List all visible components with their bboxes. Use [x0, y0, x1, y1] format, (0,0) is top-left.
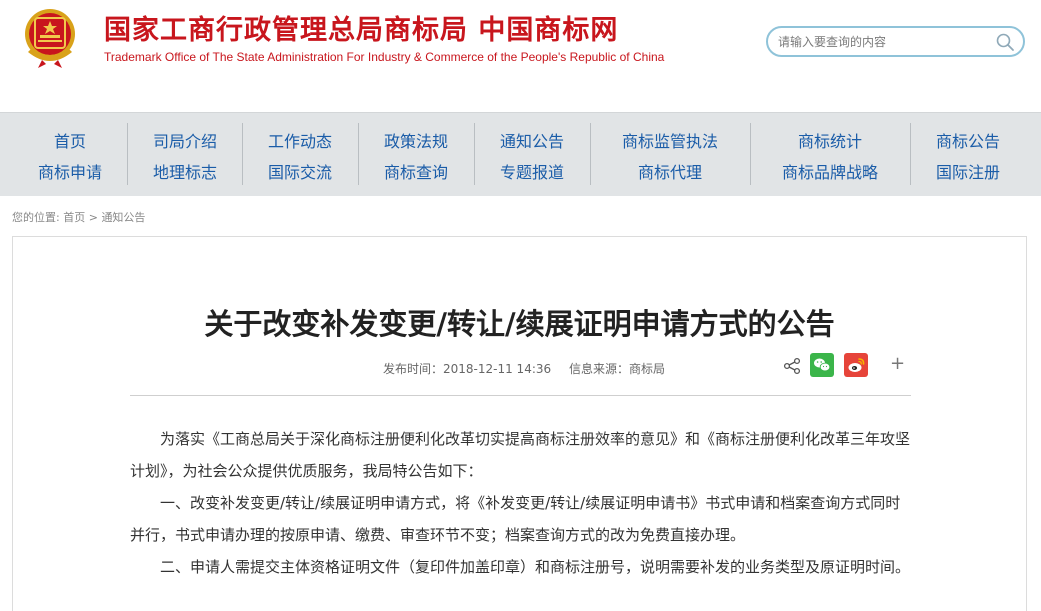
nav-column: 工作动态 国际交流 — [250, 113, 350, 197]
nav-column: 司局介绍 地理标志 — [135, 113, 235, 197]
nav-divider — [910, 123, 911, 185]
nav-item-geographical-indication[interactable]: 地理标志 — [135, 159, 235, 183]
nav-column: 商标监管执法 商标代理 — [598, 113, 742, 197]
search-icon[interactable] — [995, 32, 1015, 52]
info-source: 信息来源：商标局 — [568, 362, 665, 376]
article-container: 关于改变补发变更/转让/续展证明申请方式的公告 发布时间：2018-12-11 … — [12, 236, 1027, 611]
wechat-icon[interactable] — [810, 353, 834, 377]
nav-divider — [127, 123, 128, 185]
main-nav: 首页 商标申请 司局介绍 地理标志 工作动态 国际交流 政策法规 商标查询 通知… — [0, 112, 1041, 196]
site-title: 国家工商行政管理总局商标局 中国商标网 — [104, 15, 619, 46]
breadcrumb-home-link[interactable]: 首页 — [63, 211, 85, 224]
article-paragraph: 二、申请人需提交主体资格证明文件（复印件加盖印章）和商标注册号，说明需要补发的业… — [160, 558, 911, 576]
site-header: 国家工商行政管理总局商标局 中国商标网 Trademark Office of … — [0, 0, 1041, 112]
plus-icon[interactable]: + — [890, 353, 905, 375]
search-input[interactable] — [778, 32, 988, 52]
nav-item-trademark-announcement[interactable]: 商标公告 — [918, 128, 1018, 152]
nav-column: 首页 商标申请 — [20, 113, 120, 197]
breadcrumb-prefix: 您的位置: — [12, 211, 60, 224]
breadcrumb: 您的位置: 首页 > 通知公告 — [12, 209, 145, 225]
emblem-logo[interactable] — [18, 4, 82, 70]
nav-divider — [242, 123, 243, 185]
nav-item-international-registration[interactable]: 国际注册 — [918, 159, 1018, 183]
site-subtitle: Trademark Office of The State Administra… — [104, 50, 665, 64]
nav-column: 商标统计 商标品牌战略 — [758, 113, 902, 197]
nav-item-special-reports[interactable]: 专题报道 — [482, 159, 582, 183]
nav-divider — [358, 123, 359, 185]
article-title: 关于改变补发变更/转让/续展证明申请方式的公告 — [204, 307, 835, 341]
publish-time: 发布时间：2018-12-11 14:36 — [383, 362, 552, 376]
article-paragraph: 一、改变补发变更/转让/续展证明申请方式，将《补发变更/转让/续展证明申请书》书… — [130, 494, 901, 544]
breadcrumb-separator: > — [88, 211, 98, 224]
article-paragraph: 为落实《工商总局关于深化商标注册便利化改革切实提高商标注册效率的意见》和《商标注… — [130, 430, 911, 480]
article-body: 为落实《工商总局关于深化商标注册便利化改革切实提高商标注册效率的意见》和《商标注… — [130, 423, 915, 583]
nav-item-policies-regulations[interactable]: 政策法规 — [366, 128, 466, 152]
nav-item-trademark-search[interactable]: 商标查询 — [366, 159, 466, 183]
nav-item-work-news[interactable]: 工作动态 — [250, 128, 350, 152]
nav-column: 政策法规 商标查询 — [366, 113, 466, 197]
nav-divider — [590, 123, 591, 185]
breadcrumb-current-link[interactable]: 通知公告 — [101, 211, 145, 224]
nav-divider — [474, 123, 475, 185]
search-box — [766, 26, 1025, 57]
nav-item-trademark-agency[interactable]: 商标代理 — [598, 159, 742, 183]
title-divider — [130, 395, 911, 396]
nav-item-brand-strategy[interactable]: 商标品牌战略 — [758, 159, 902, 183]
nav-divider — [750, 123, 751, 185]
nav-item-enforcement[interactable]: 商标监管执法 — [598, 128, 742, 152]
nav-item-trademark-application[interactable]: 商标申请 — [20, 159, 120, 183]
nav-item-home[interactable]: 首页 — [20, 128, 120, 152]
nav-item-notices[interactable]: 通知公告 — [482, 128, 582, 152]
nav-column: 商标公告 国际注册 — [918, 113, 1018, 197]
nav-item-international-exchange[interactable]: 国际交流 — [250, 159, 350, 183]
share-icon[interactable] — [783, 357, 801, 375]
article-meta: 发布时间：2018-12-11 14:36 信息来源：商标局 — [383, 360, 679, 377]
nav-item-bureau-intro[interactable]: 司局介绍 — [135, 128, 235, 152]
nav-column: 通知公告 专题报道 — [482, 113, 582, 197]
nav-item-trademark-statistics[interactable]: 商标统计 — [758, 128, 902, 152]
weibo-icon[interactable] — [844, 353, 868, 377]
